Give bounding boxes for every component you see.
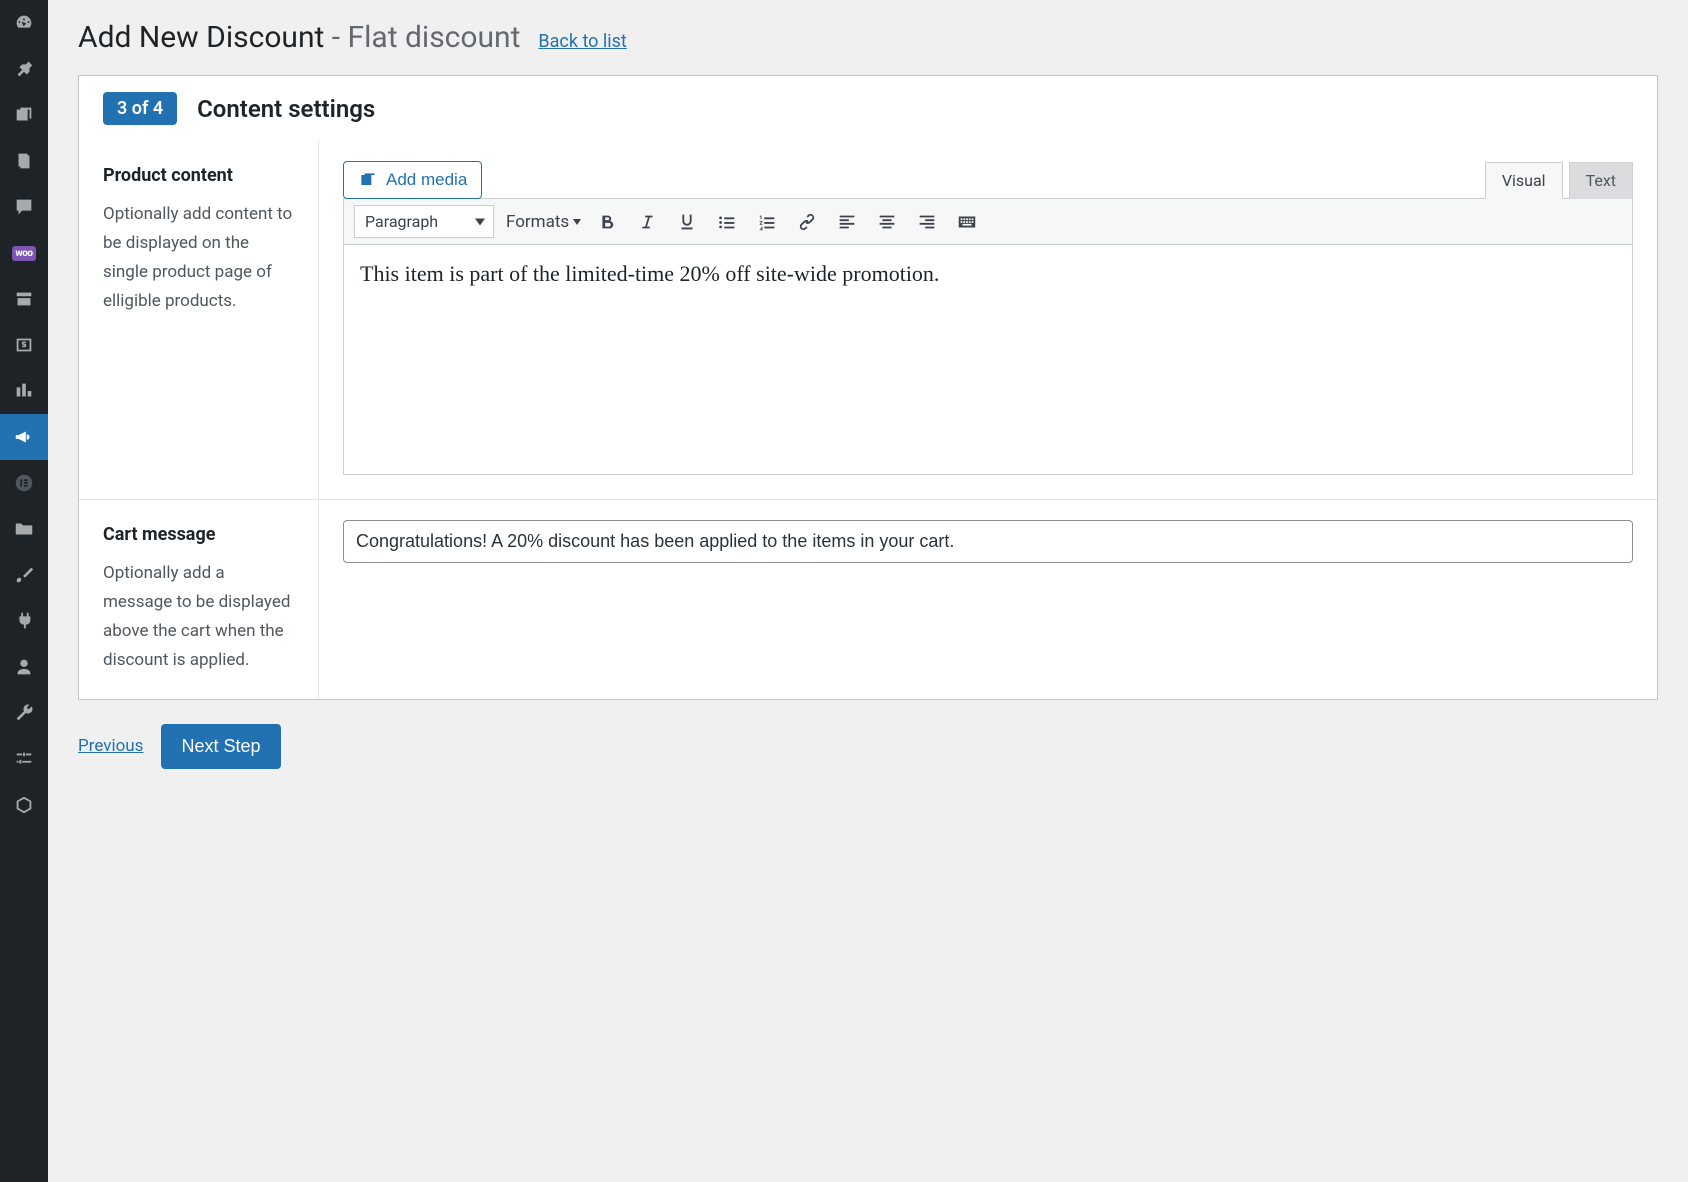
sidebar-item-pin[interactable] xyxy=(0,46,48,92)
underline-button[interactable] xyxy=(673,208,701,236)
editor-body[interactable]: This item is part of the limited-time 20… xyxy=(343,245,1633,475)
pin-icon xyxy=(13,58,35,80)
align-center-button[interactable] xyxy=(873,208,901,236)
sidebar-item-files[interactable] xyxy=(0,506,48,552)
back-to-list-link[interactable]: Back to list xyxy=(538,31,626,52)
section-right: Add media Visual Text Paragraph xyxy=(319,141,1657,499)
sidebar-item-dashboard[interactable] xyxy=(0,0,48,46)
product-content-heading: Product content xyxy=(103,165,298,186)
previous-link[interactable]: Previous xyxy=(78,736,143,756)
section-right xyxy=(319,500,1657,699)
next-step-button[interactable]: Next Step xyxy=(161,724,280,769)
editor-top-bar: Add media Visual Text xyxy=(343,161,1633,199)
numbered-list-button[interactable] xyxy=(753,208,781,236)
page-title-text: Add New Discount xyxy=(78,20,324,55)
sidebar-item-appearance[interactable] xyxy=(0,552,48,598)
gauge-icon xyxy=(13,12,35,34)
elementor-icon xyxy=(13,472,35,494)
add-media-label: Add media xyxy=(386,170,467,190)
wysiwyg-editor: Add media Visual Text Paragraph xyxy=(343,161,1633,475)
panel-header: 3 of 4 Content settings xyxy=(79,76,1657,141)
main-content: Add New Discount - Flat discount Back to… xyxy=(48,0,1688,1182)
align-right-icon xyxy=(916,211,938,233)
product-content-desc: Optionally add content to be displayed o… xyxy=(103,200,298,316)
link-button[interactable] xyxy=(793,208,821,236)
brush-icon xyxy=(13,564,35,586)
sidebar-item-comments[interactable] xyxy=(0,184,48,230)
page-subtitle: - Flat discount xyxy=(332,20,521,55)
bold-button[interactable] xyxy=(593,208,621,236)
section-left: Cart message Optionally add a message to… xyxy=(79,500,319,699)
bold-icon xyxy=(596,211,618,233)
sidebar-item-woocommerce[interactable]: woo xyxy=(0,230,48,276)
page-header: Add New Discount - Flat discount Back to… xyxy=(78,20,1658,55)
editor-toolbar: Paragraph Formats xyxy=(343,198,1633,245)
cart-message-section: Cart message Optionally add a message to… xyxy=(79,500,1657,699)
numbered-list-icon xyxy=(756,211,778,233)
dollar-box-icon xyxy=(13,334,35,356)
bullet-list-button[interactable] xyxy=(713,208,741,236)
cart-message-desc: Optionally add a message to be displayed… xyxy=(103,559,298,675)
italic-icon xyxy=(636,211,658,233)
cart-message-heading: Cart message xyxy=(103,524,298,545)
sidebar-item-settings[interactable] xyxy=(0,736,48,782)
add-media-button[interactable]: Add media xyxy=(343,161,482,199)
cart-message-input[interactable] xyxy=(343,520,1633,563)
product-content-section: Product content Optionally add content t… xyxy=(79,141,1657,500)
tab-visual[interactable]: Visual xyxy=(1485,162,1563,199)
media-icon xyxy=(13,104,35,126)
pages-icon xyxy=(13,150,35,172)
editor-tabs: Visual Text xyxy=(1479,162,1633,199)
keyboard-icon xyxy=(956,211,978,233)
user-icon xyxy=(13,656,35,678)
folder-icon xyxy=(13,518,35,540)
archive-icon xyxy=(13,288,35,310)
underline-icon xyxy=(676,211,698,233)
sidebar-item-elementor[interactable] xyxy=(0,460,48,506)
align-right-button[interactable] xyxy=(913,208,941,236)
wrench-icon xyxy=(13,702,35,724)
woo-icon: woo xyxy=(12,246,35,261)
italic-button[interactable] xyxy=(633,208,661,236)
sidebar-item-analytics[interactable] xyxy=(0,368,48,414)
paragraph-select[interactable]: Paragraph xyxy=(354,205,494,238)
section-left: Product content Optionally add content t… xyxy=(79,141,319,499)
sidebar-item-archive[interactable] xyxy=(0,276,48,322)
media-icon xyxy=(358,170,378,190)
bullet-list-icon xyxy=(716,211,738,233)
sidebar-item-tools[interactable] xyxy=(0,690,48,736)
sidebar-item-marketing[interactable] xyxy=(0,414,48,460)
align-center-icon xyxy=(876,211,898,233)
page-title: Add New Discount - Flat discount xyxy=(78,20,520,55)
settings-panel: 3 of 4 Content settings Product content … xyxy=(78,75,1658,700)
sidebar-item-pages[interactable] xyxy=(0,138,48,184)
paragraph-select-label: Paragraph xyxy=(365,212,438,231)
cube-icon xyxy=(13,794,35,816)
megaphone-icon xyxy=(13,426,35,448)
formats-dropdown-label: Formats xyxy=(506,212,569,232)
link-icon xyxy=(796,211,818,233)
keyboard-button[interactable] xyxy=(953,208,981,236)
sidebar-item-users[interactable] xyxy=(0,644,48,690)
align-left-button[interactable] xyxy=(833,208,861,236)
sidebar-item-collapse[interactable] xyxy=(0,782,48,828)
comment-icon xyxy=(13,196,35,218)
admin-sidebar: woo xyxy=(0,0,48,1182)
sidebar-item-plugins[interactable] xyxy=(0,598,48,644)
formats-dropdown[interactable]: Formats xyxy=(506,212,581,232)
tab-text[interactable]: Text xyxy=(1569,162,1633,199)
sidebar-item-media[interactable] xyxy=(0,92,48,138)
step-badge: 3 of 4 xyxy=(103,92,177,125)
sidebar-item-payments[interactable] xyxy=(0,322,48,368)
sliders-icon xyxy=(13,748,35,770)
wizard-footer: Previous Next Step xyxy=(78,724,1658,769)
plug-icon xyxy=(13,610,35,632)
panel-title: Content settings xyxy=(197,95,375,123)
align-left-icon xyxy=(836,211,858,233)
bar-chart-icon xyxy=(13,380,35,402)
